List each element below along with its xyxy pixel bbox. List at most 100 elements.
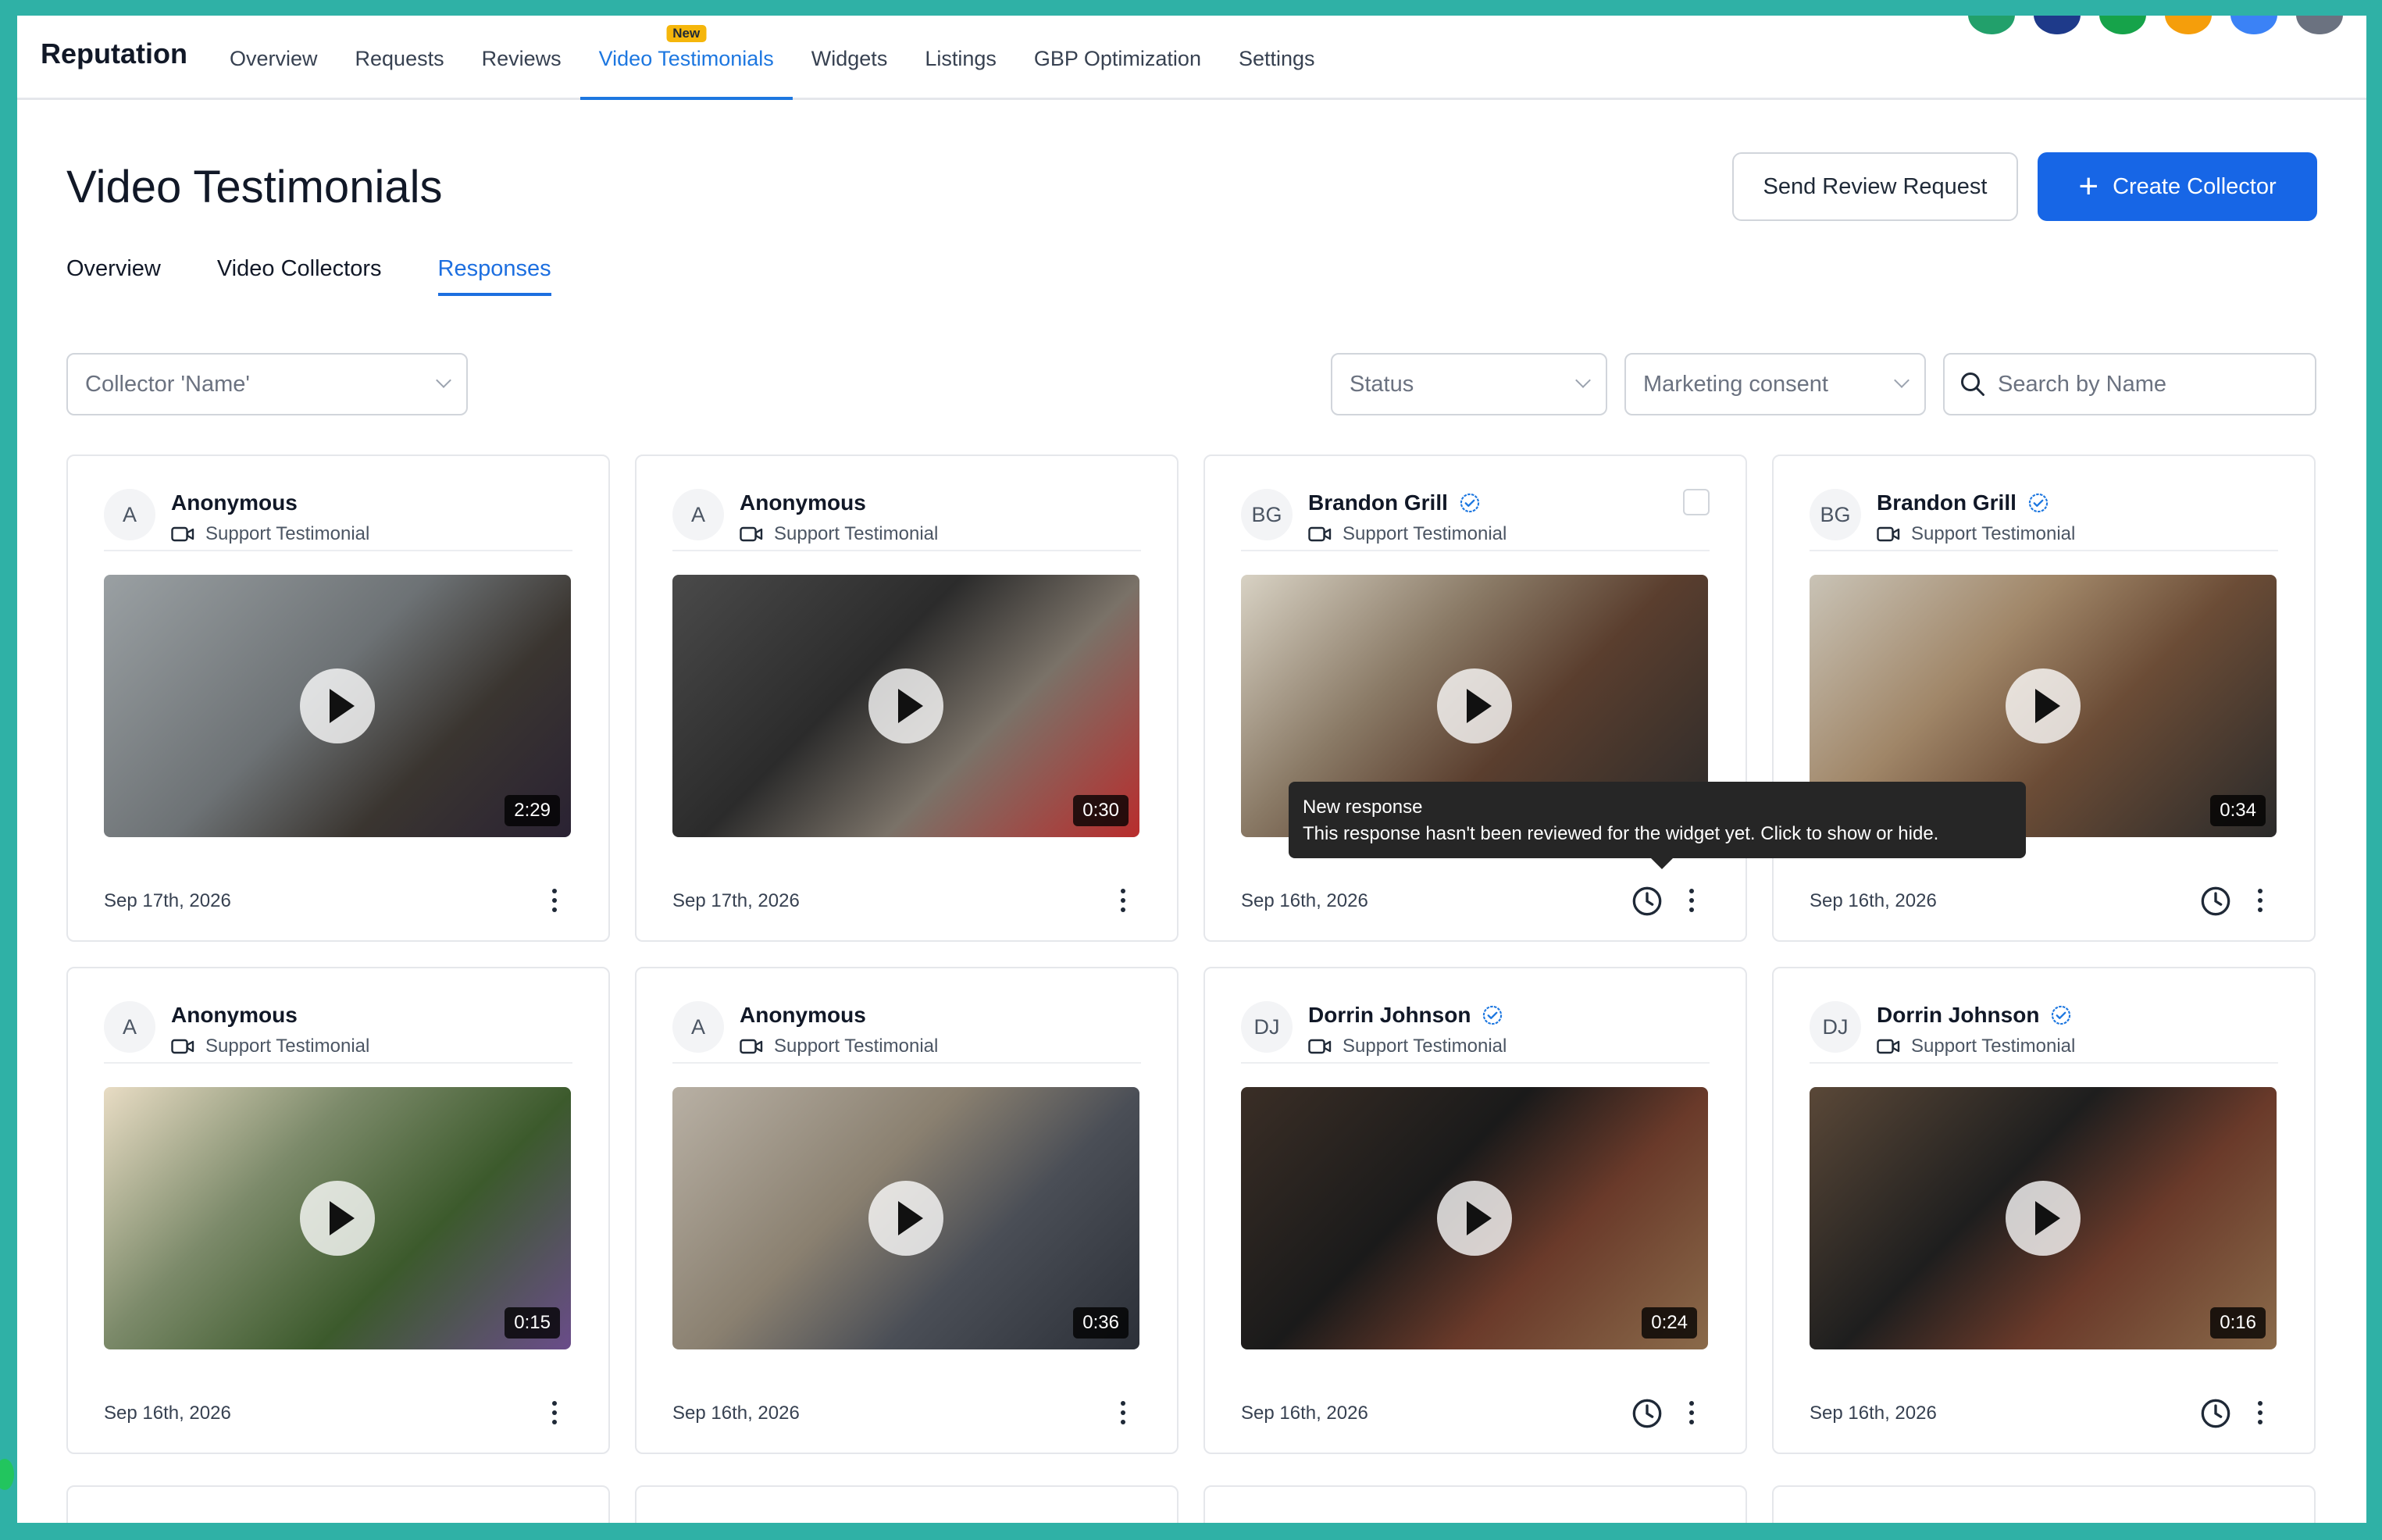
video-camera-icon <box>740 1039 763 1054</box>
response-card[interactable]: A Anonymous Support Testimonial 0:15 Sep 16t… <box>66 967 610 1454</box>
avatar[interactable] <box>2099 16 2146 34</box>
response-date: Sep 16th, 2026 <box>1810 1403 1937 1424</box>
video-thumbnail[interactable]: 2:29 <box>104 575 571 837</box>
nav-overview[interactable]: Overview <box>211 16 337 100</box>
status-select[interactable]: Status <box>1331 353 1607 415</box>
nav-links: Overview Requests Reviews New Video Test… <box>211 16 1334 100</box>
clock-icon[interactable] <box>2200 886 2231 917</box>
video-duration: 0:34 <box>2210 795 2266 826</box>
reviewer-name-text: Dorrin Johnson <box>1308 1003 1471 1027</box>
testimonial-type-text: Support Testimonial <box>774 523 939 544</box>
avatar[interactable] <box>1968 16 2015 34</box>
more-options-icon[interactable] <box>2255 886 2266 917</box>
user-avatars[interactable] <box>1968 16 2343 34</box>
avatar: A <box>672 489 724 540</box>
new-badge: New <box>666 25 707 42</box>
search-input[interactable] <box>1998 371 2301 397</box>
avatar: A <box>672 1001 724 1053</box>
card-header: BG Brandon Grill Support Testimonial <box>1810 489 2278 551</box>
response-card[interactable]: DJ Dorrin Johnson Support Testimonial 0:24 S… <box>1203 967 1747 1454</box>
more-options-icon[interactable] <box>1118 886 1129 917</box>
verified-icon <box>2028 493 2049 513</box>
nav-label: Settings <box>1238 47 1315 70</box>
reviewer-name: Anonymous <box>171 1003 298 1028</box>
clock-icon[interactable] <box>1631 1398 1663 1429</box>
play-icon[interactable] <box>868 668 943 743</box>
testimonial-type: Support Testimonial <box>171 1036 369 1057</box>
play-icon[interactable] <box>1437 668 1512 743</box>
status-select-value: Status <box>1350 371 1414 397</box>
avatar: BG <box>1810 489 1861 540</box>
help-widget-icon[interactable] <box>0 1459 14 1490</box>
chevron-down-icon <box>436 373 451 388</box>
response-card[interactable]: A Anonymous Support Testimonial 0:36 Sep 16t… <box>635 967 1179 1454</box>
video-thumbnail[interactable]: 0:30 <box>672 575 1139 837</box>
tab-overview[interactable]: Overview <box>66 256 161 296</box>
page-title: Video Testimonials <box>66 162 443 212</box>
video-duration: 0:16 <box>2210 1307 2266 1339</box>
card-header: DJ Dorrin Johnson Support Testimonial <box>1241 1001 1710 1064</box>
nav-listings[interactable]: Listings <box>906 16 1015 100</box>
send-review-request-button[interactable]: Send Review Request <box>1732 152 2018 221</box>
play-icon[interactable] <box>2006 668 2081 743</box>
response-date: Sep 17th, 2026 <box>672 890 800 911</box>
nav-gbp-optimization[interactable]: GBP Optimization <box>1015 16 1220 100</box>
search-box[interactable] <box>1943 353 2316 415</box>
play-icon[interactable] <box>868 1181 943 1256</box>
video-thumbnail[interactable]: 0:36 <box>672 1087 1139 1349</box>
testimonial-type: Support Testimonial <box>171 523 369 545</box>
more-options-icon[interactable] <box>1686 886 1697 917</box>
video-thumbnail[interactable]: 0:15 <box>104 1087 571 1349</box>
tab-responses[interactable]: Responses <box>437 256 551 296</box>
testimonial-type-text: Support Testimonial <box>1911 523 2076 544</box>
testimonial-type-text: Support Testimonial <box>774 1036 939 1057</box>
response-card[interactable]: A Anonymous Support Testimonial 0:30 Sep 17t… <box>635 455 1179 942</box>
chevron-down-icon <box>1894 373 1910 388</box>
nav-widgets[interactable]: Widgets <box>793 16 907 100</box>
testimonial-type-text: Support Testimonial <box>205 1036 370 1057</box>
card-header: A Anonymous Support Testimonial <box>672 1001 1141 1064</box>
more-options-icon[interactable] <box>1686 1398 1697 1429</box>
avatar[interactable] <box>2034 16 2081 34</box>
video-thumbnail[interactable]: 0:16 <box>1810 1087 2277 1349</box>
nav-video-testimonials[interactable]: New Video Testimonials <box>579 16 793 100</box>
reviewer-name: Brandon Grill <box>1308 490 1481 515</box>
more-options-icon[interactable] <box>1118 1398 1129 1429</box>
avatar[interactable] <box>2230 16 2277 34</box>
play-icon[interactable] <box>2006 1181 2081 1256</box>
play-icon[interactable] <box>1437 1181 1512 1256</box>
clock-icon[interactable] <box>1631 886 1663 917</box>
more-options-icon[interactable] <box>2255 1398 2266 1429</box>
video-camera-icon <box>1877 1039 1900 1054</box>
more-options-icon[interactable] <box>549 1398 560 1429</box>
video-thumbnail[interactable]: 0:24 <box>1241 1087 1708 1349</box>
testimonial-type: Support Testimonial <box>1308 523 1507 545</box>
testimonial-type-text: Support Testimonial <box>1911 1036 2076 1057</box>
play-icon[interactable] <box>300 1181 375 1256</box>
select-checkbox[interactable] <box>1683 489 1710 515</box>
nav-settings[interactable]: Settings <box>1220 16 1334 100</box>
play-icon[interactable] <box>300 668 375 743</box>
collector-select[interactable]: Collector 'Name' <box>66 353 468 415</box>
avatar[interactable] <box>2296 16 2343 34</box>
video-camera-icon <box>1308 1039 1332 1054</box>
response-card[interactable]: A Anonymous Support Testimonial 2:29 Sep 17t… <box>66 455 610 942</box>
tab-video-collectors[interactable]: Video Collectors <box>217 256 382 296</box>
clock-icon[interactable] <box>2200 1398 2231 1429</box>
card-header: A Anonymous Support Testimonial <box>104 489 572 551</box>
more-options-icon[interactable] <box>549 886 560 917</box>
nav-requests[interactable]: Requests <box>337 16 463 100</box>
create-collector-button[interactable]: + Create Collector <box>2038 152 2317 221</box>
testimonial-type-text: Support Testimonial <box>1343 523 1507 544</box>
marketing-consent-select[interactable]: Marketing consent <box>1624 353 1926 415</box>
nav-label: Video Testimonials <box>598 47 774 70</box>
reviewer-name-text: Anonymous <box>740 490 866 515</box>
video-camera-icon <box>1877 526 1900 542</box>
nav-reviews[interactable]: Reviews <box>463 16 580 100</box>
card-peek <box>66 1485 610 1523</box>
response-card[interactable]: BG Brandon Grill Support Testimonial 0:34 Se… <box>1772 455 2316 942</box>
reviewer-name-text: Anonymous <box>171 490 298 515</box>
response-card[interactable]: DJ Dorrin Johnson Support Testimonial 0:16 S… <box>1772 967 2316 1454</box>
response-date: Sep 16th, 2026 <box>104 1403 231 1424</box>
avatar[interactable] <box>2165 16 2212 34</box>
